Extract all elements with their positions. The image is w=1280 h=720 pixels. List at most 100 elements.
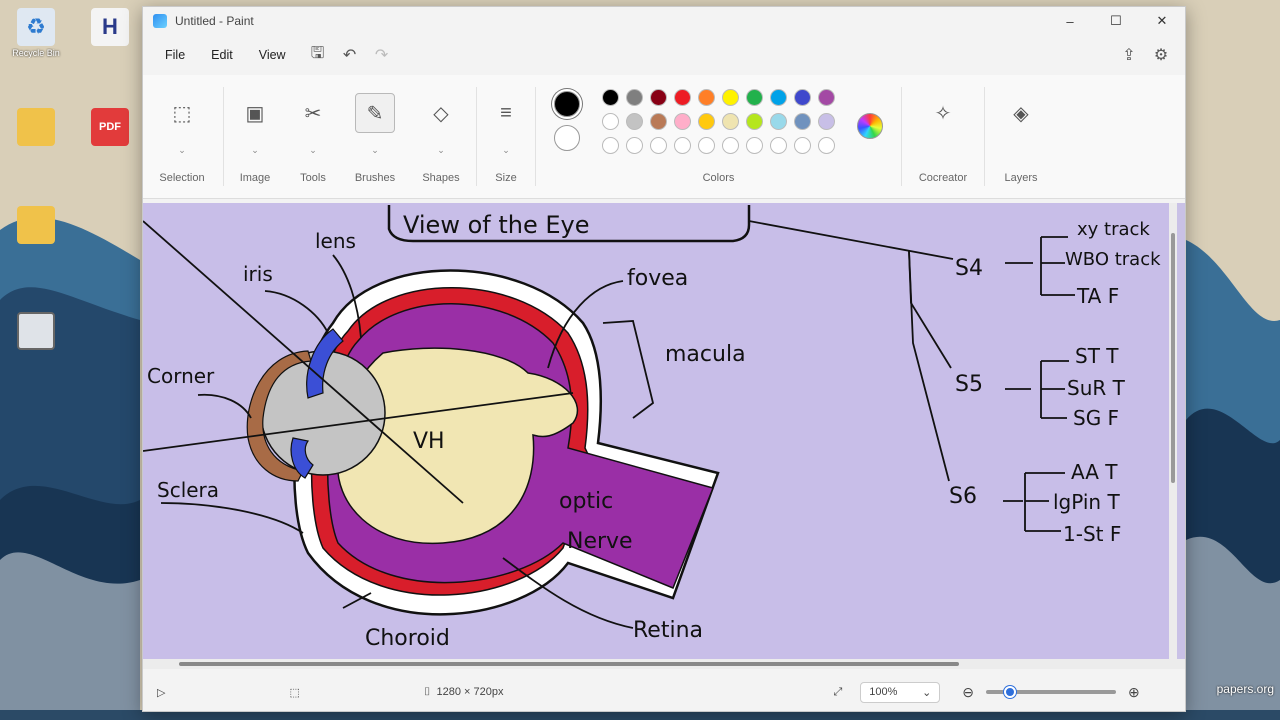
palette-swatch[interactable] — [626, 137, 643, 154]
palette-swatch[interactable] — [602, 137, 619, 154]
drawing-title: View of the Eye — [403, 211, 590, 239]
palette-swatch[interactable] — [770, 137, 787, 154]
screen-file-icon[interactable] — [6, 312, 66, 350]
shapes-icon[interactable]: ◇ — [421, 93, 461, 133]
palette-swatch[interactable] — [650, 89, 667, 106]
group-tools[interactable]: ✂ ⌄ Tools — [284, 75, 342, 198]
fit-icon[interactable]: ⤢ — [833, 686, 842, 699]
palette-swatch[interactable] — [698, 89, 715, 106]
palette-swatch[interactable] — [722, 113, 739, 130]
palette-swatch[interactable] — [746, 89, 763, 106]
pdf-file-icon[interactable]: PDF — [80, 108, 140, 146]
share-icon[interactable]: ⇪ — [1113, 41, 1145, 69]
palette-swatch[interactable] — [698, 113, 715, 130]
palette-swatch[interactable] — [626, 89, 643, 106]
pointer-icon[interactable]: ▷ — [157, 686, 165, 699]
chevron-down-icon[interactable]: ⌄ — [371, 145, 379, 156]
drawing-canvas[interactable]: View of the Eye iris lens Corner Sclera … — [143, 203, 1177, 659]
palette-swatch[interactable] — [818, 137, 835, 154]
redo-icon[interactable]: ↷ — [366, 41, 398, 69]
secondary-color-swatch[interactable] — [554, 125, 580, 151]
group-brushes[interactable]: ✎ ⌄ Brushes — [342, 75, 408, 198]
horizontal-scrollbar[interactable] — [143, 659, 1185, 669]
palette-swatch[interactable] — [674, 137, 691, 154]
palette-swatch[interactable] — [794, 89, 811, 106]
group-image[interactable]: ▣ ⌄ Image — [226, 75, 284, 198]
chevron-down-icon[interactable]: ⌄ — [502, 145, 510, 156]
vertical-scroll-thumb[interactable] — [1171, 233, 1175, 483]
h-app-icon[interactable]: H — [80, 8, 140, 46]
palette-swatch[interactable] — [794, 113, 811, 130]
palette-swatch[interactable] — [650, 137, 667, 154]
chevron-down-icon[interactable]: ⌄ — [437, 145, 445, 156]
layers-icon[interactable]: ◈ — [1001, 93, 1041, 133]
label-retina: Retina — [633, 618, 703, 643]
palette-swatch[interactable] — [722, 137, 739, 154]
menu-edit[interactable]: Edit — [201, 44, 243, 66]
horizontal-scroll-thumb[interactable] — [179, 662, 959, 666]
menu-view[interactable]: View — [249, 44, 296, 66]
palette-swatch[interactable] — [818, 113, 835, 130]
image-icon[interactable]: ▣ — [235, 93, 275, 133]
palette-swatch[interactable] — [770, 113, 787, 130]
size-icon[interactable]: ≡ — [486, 93, 526, 133]
maximize-button[interactable]: ☐ — [1093, 7, 1139, 35]
palette-swatch[interactable] — [746, 137, 763, 154]
brush-icon[interactable]: ✎ — [355, 93, 395, 133]
zoom-slider-knob[interactable] — [1004, 686, 1017, 698]
label-nerve: Nerve — [567, 529, 633, 554]
palette-swatch[interactable] — [626, 113, 643, 130]
shapes-label: Shapes — [422, 172, 460, 184]
group-shapes[interactable]: ◇ ⌄ Shapes — [408, 75, 474, 198]
palette-swatch[interactable] — [650, 113, 667, 130]
label-cornea: Corner — [147, 364, 215, 388]
palette-swatch[interactable] — [674, 89, 691, 106]
zoom-select[interactable]: 100% ⌄ — [860, 681, 941, 703]
palette-swatch[interactable] — [602, 89, 619, 106]
group-layers[interactable]: ◈ ⌄ Layers — [987, 75, 1055, 198]
recycle-bin-icon[interactable]: ♻ Recycle Bin — [6, 8, 66, 58]
size-label: Size — [495, 172, 517, 184]
palette-swatch[interactable] — [674, 113, 691, 130]
undo-icon[interactable]: ↶ — [334, 41, 366, 69]
label-choroid: Choroid — [365, 626, 450, 651]
canvas-size-text: 1280 × 720px — [436, 686, 504, 698]
palette-swatch[interactable] — [698, 137, 715, 154]
selection-icon[interactable]: ⬚ — [162, 93, 202, 133]
canvas-size-icon: ⌷ — [423, 685, 431, 698]
zoom-out-icon[interactable]: ⊖ — [962, 684, 974, 701]
tools-icon[interactable]: ✂ — [293, 93, 333, 133]
palette-swatch[interactable] — [746, 113, 763, 130]
group-size[interactable]: ≡ ⌄ Size — [479, 75, 533, 198]
close-button[interactable]: ✕ — [1139, 7, 1185, 35]
palette-swatch[interactable] — [794, 137, 811, 154]
cocreator-sparkle-icon[interactable]: ✧ — [923, 93, 963, 133]
minimize-button[interactable]: – — [1047, 7, 1093, 35]
tree-node-s6: S6 — [949, 484, 977, 509]
zoom-in-icon[interactable]: ⊕ — [1128, 684, 1140, 701]
palette-swatch[interactable] — [818, 89, 835, 106]
palette-swatch[interactable] — [770, 89, 787, 106]
save-icon[interactable]: 🖫 — [302, 41, 334, 69]
tree-node-s4: S4 — [955, 256, 983, 281]
primary-color-swatch[interactable] — [552, 89, 582, 119]
group-selection[interactable]: ⬚ ⌄ Selection — [143, 75, 221, 198]
menu-file[interactable]: File — [155, 44, 195, 66]
layers-label: Layers — [1004, 172, 1038, 184]
palette-swatch[interactable] — [602, 113, 619, 130]
group-cocreator[interactable]: ✧ ⌄ Cocreator — [904, 75, 982, 198]
paint-app-icon — [153, 14, 167, 28]
chevron-down-icon[interactable]: ⌄ — [309, 145, 317, 156]
folder-icon-2[interactable] — [6, 206, 66, 244]
folder-icon[interactable] — [6, 108, 66, 146]
chevron-down-icon[interactable]: ⌄ — [251, 145, 259, 156]
vertical-scrollbar[interactable] — [1169, 203, 1177, 659]
tools-label: Tools — [300, 172, 326, 184]
color-palette — [602, 89, 835, 154]
chevron-down-icon[interactable]: ⌄ — [178, 145, 186, 156]
palette-swatch[interactable] — [722, 89, 739, 106]
settings-gear-icon[interactable]: ⚙ — [1145, 41, 1177, 69]
paint-window: Untitled - Paint – ☐ ✕ File Edit View 🖫 … — [142, 6, 1186, 712]
zoom-slider[interactable] — [986, 686, 1117, 698]
edit-colors-icon[interactable] — [857, 113, 883, 139]
